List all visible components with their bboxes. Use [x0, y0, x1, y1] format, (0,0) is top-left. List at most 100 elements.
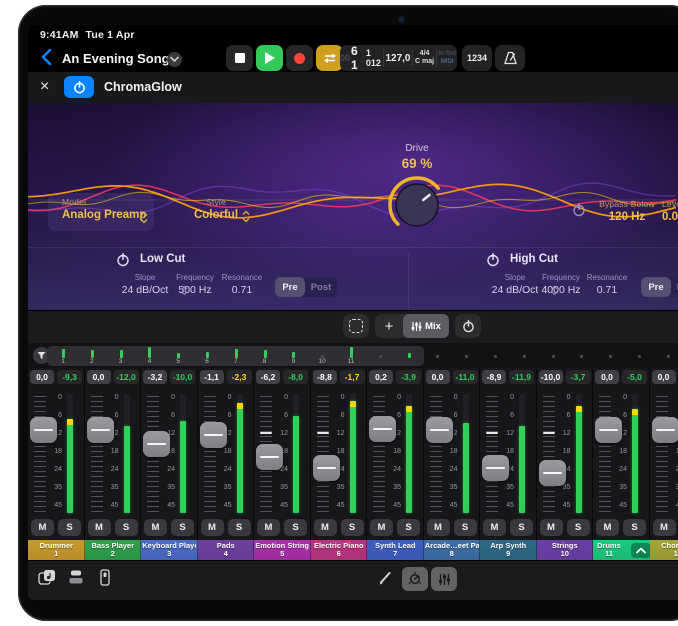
- mute-button[interactable]: M: [540, 519, 563, 536]
- plugin-tile-button[interactable]: [98, 569, 114, 587]
- mute-button[interactable]: M: [31, 519, 54, 536]
- track-name-tab[interactable]: Electric Piano6: [311, 540, 368, 560]
- volume-readout[interactable]: 0,2: [369, 370, 393, 384]
- peak-readout[interactable]: -2,3: [227, 370, 252, 384]
- volume-readout[interactable]: -6,2: [256, 370, 280, 384]
- mute-button[interactable]: M: [427, 519, 450, 536]
- controls-view-button[interactable]: [402, 567, 428, 591]
- solo-button[interactable]: S: [115, 519, 138, 536]
- mute-button[interactable]: M: [88, 519, 111, 536]
- peak-readout[interactable]: -11,9: [509, 370, 534, 384]
- count-in-button[interactable]: 1234: [462, 45, 492, 71]
- bridge-cell[interactable]: 1: [49, 346, 77, 366]
- fader-handle[interactable]: [482, 455, 509, 481]
- mixer-power-button[interactable]: [455, 314, 481, 338]
- peak-readout[interactable]: -3,9: [396, 370, 421, 384]
- highcut-post-button[interactable]: Post: [671, 277, 678, 297]
- mute-button[interactable]: M: [314, 519, 337, 536]
- highcut-power-button[interactable]: [486, 253, 500, 272]
- solo-button[interactable]: S: [341, 519, 364, 536]
- mix-view-button[interactable]: Mix: [403, 314, 449, 338]
- volume-readout[interactable]: -3,2: [143, 370, 167, 384]
- volume-readout[interactable]: 0,0: [652, 370, 676, 384]
- peak-readout[interactable]: -9,3: [57, 370, 82, 384]
- track-name-tab[interactable]: Bass Player2: [85, 540, 142, 560]
- peak-readout[interactable]: -8,0: [283, 370, 308, 384]
- lowcut-power-button[interactable]: [116, 253, 130, 272]
- track-name-tab[interactable]: Arp Synth9: [480, 540, 537, 560]
- fader-handle[interactable]: [369, 416, 396, 442]
- bridge-cell[interactable]: [625, 346, 653, 366]
- bridge-cell[interactable]: [423, 346, 451, 366]
- fader-handle[interactable]: [87, 417, 114, 443]
- mute-button[interactable]: M: [201, 519, 224, 536]
- peak-readout[interactable]: -3,7: [566, 370, 591, 384]
- bridge-cell[interactable]: 2: [78, 346, 106, 366]
- peak-readout[interactable]: -11,0: [453, 370, 478, 384]
- volume-readout[interactable]: 0,0: [595, 370, 619, 384]
- bridge-cell[interactable]: [510, 346, 538, 366]
- close-plugin-button[interactable]: ×: [40, 78, 49, 96]
- fader-handle[interactable]: [595, 417, 622, 443]
- solo-button[interactable]: S: [567, 519, 590, 536]
- solo-button[interactable]: S: [454, 519, 477, 536]
- track-collapse-button[interactable]: [631, 543, 651, 558]
- plugin-power-button[interactable]: [64, 76, 94, 98]
- highcut-res-value[interactable]: 0.71: [572, 284, 642, 296]
- solo-button[interactable]: S: [171, 519, 194, 536]
- mixer-view-button[interactable]: [431, 567, 457, 591]
- song-menu-button[interactable]: [167, 52, 182, 67]
- volume-readout[interactable]: -1,1: [200, 370, 224, 384]
- track-name-tab[interactable]: Drummer1: [28, 540, 85, 560]
- lowcut-pre-button[interactable]: Pre: [275, 277, 305, 297]
- fader-handle[interactable]: [143, 431, 170, 457]
- bridge-cell[interactable]: [596, 346, 624, 366]
- peak-readout[interactable]: -12,0: [114, 370, 139, 384]
- mute-button[interactable]: M: [653, 519, 676, 536]
- mute-button[interactable]: M: [257, 519, 280, 536]
- bridge-cell[interactable]: 8: [251, 346, 279, 366]
- bridge-cell[interactable]: 3: [107, 346, 135, 366]
- lowcut-post-button[interactable]: Post: [305, 277, 337, 297]
- volume-readout[interactable]: 0,0: [426, 370, 450, 384]
- mute-button[interactable]: M: [596, 519, 619, 536]
- lcd-display[interactable]: 00 6 1 1 012 127,0 4/4 C maj In Out MIDI: [340, 45, 457, 71]
- volume-readout[interactable]: -8,8: [313, 370, 337, 384]
- lowcut-res-value[interactable]: 0.71: [207, 284, 277, 296]
- highcut-pre-button[interactable]: Pre: [641, 277, 671, 297]
- mute-button[interactable]: M: [370, 519, 393, 536]
- bridge-cell[interactable]: 9: [279, 346, 307, 366]
- bridge-cell[interactable]: 10: [308, 346, 336, 366]
- back-button[interactable]: [38, 47, 58, 67]
- bridge-cell[interactable]: 7: [222, 346, 250, 366]
- bridge-cell[interactable]: [654, 346, 678, 366]
- track-name-tab[interactable]: Drums11: [593, 540, 654, 560]
- style-selector[interactable]: Style Colorful: [176, 197, 256, 221]
- solo-button[interactable]: S: [58, 519, 81, 536]
- solo-button[interactable]: S: [284, 519, 307, 536]
- bridge-cell[interactable]: 4: [135, 346, 163, 366]
- bridge-cell[interactable]: 11: [337, 346, 365, 366]
- fader-handle[interactable]: [200, 422, 227, 448]
- add-track-button[interactable]: +: [375, 314, 403, 338]
- track-name-tab[interactable]: Strings10: [537, 540, 594, 560]
- track-name-tab[interactable]: Chorus V12: [650, 540, 678, 560]
- peak-readout[interactable]: -1,7: [340, 370, 365, 384]
- level-value[interactable]: 0.0: [662, 211, 678, 223]
- mute-button[interactable]: M: [483, 519, 506, 536]
- track-name-tab[interactable]: Emotion Strings5: [254, 540, 311, 560]
- solo-button[interactable]: S: [397, 519, 420, 536]
- fader-handle[interactable]: [652, 417, 678, 443]
- song-title[interactable]: An Evening Song: [62, 51, 170, 66]
- edit-button[interactable]: [378, 570, 394, 586]
- volume-readout[interactable]: 0,0: [87, 370, 111, 384]
- mute-button[interactable]: M: [144, 519, 167, 536]
- browser-button[interactable]: [68, 569, 86, 587]
- bridge-cell[interactable]: [452, 346, 480, 366]
- track-name-tab[interactable]: Synth Lead7: [367, 540, 424, 560]
- meter-bridge[interactable]: 1234567891011: [28, 346, 678, 367]
- solo-button[interactable]: S: [510, 519, 533, 536]
- stop-button[interactable]: [226, 45, 253, 71]
- track-name-tab[interactable]: Arcade…eet Pad8: [424, 540, 481, 560]
- fader-handle[interactable]: [256, 444, 283, 470]
